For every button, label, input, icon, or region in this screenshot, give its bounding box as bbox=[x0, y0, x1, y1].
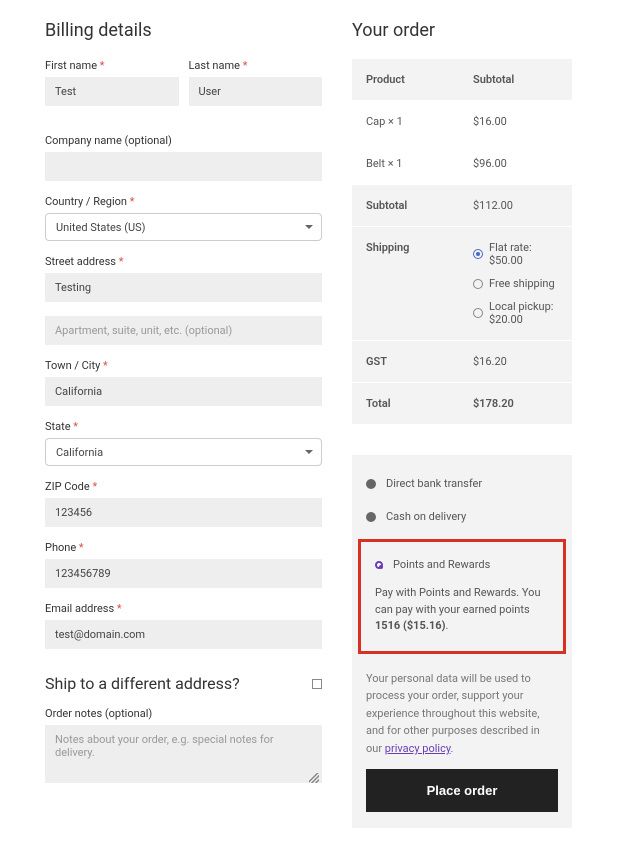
radio-selected-icon bbox=[473, 249, 483, 259]
chevron-down-icon bbox=[305, 450, 313, 454]
street-label: Street address * bbox=[45, 255, 322, 268]
ship-option-label: Local pickup: $20.00 bbox=[489, 300, 558, 326]
ship-option-flat-rate[interactable]: Flat rate: $50.00 bbox=[473, 241, 558, 267]
town-label: Town / City * bbox=[45, 359, 322, 372]
phone-field: Phone * bbox=[45, 541, 322, 588]
phone-input[interactable] bbox=[45, 559, 322, 588]
chevron-down-icon bbox=[305, 225, 313, 229]
email-input[interactable] bbox=[45, 620, 322, 649]
company-field: Company name (optional) bbox=[45, 134, 322, 181]
payment-label: Points and Rewards bbox=[393, 558, 490, 571]
state-field: State * California bbox=[45, 420, 322, 466]
privacy-policy-link[interactable]: privacy policy bbox=[385, 742, 451, 755]
gst-row: GST $16.20 bbox=[352, 341, 572, 383]
gst-label: GST bbox=[366, 355, 473, 368]
country-field: Country / Region * United States (US) bbox=[45, 195, 322, 241]
zip-field: ZIP Code * bbox=[45, 480, 322, 527]
payment-option-cod[interactable]: Cash on delivery bbox=[352, 500, 572, 533]
total-label: Total bbox=[366, 397, 473, 410]
item-name: Belt × 1 bbox=[366, 157, 473, 170]
shipping-label: Shipping bbox=[366, 241, 473, 326]
points-description: Pay with Points and Rewards. You can pay… bbox=[369, 585, 555, 635]
ship-heading: Ship to a different address? bbox=[45, 674, 240, 693]
street2-field bbox=[45, 316, 322, 345]
subtotal-header: Subtotal bbox=[473, 73, 558, 86]
radio-unselected-icon bbox=[366, 479, 376, 489]
company-input[interactable] bbox=[45, 152, 322, 181]
radio-unselected-icon bbox=[473, 308, 483, 318]
shipping-row: Shipping Flat rate: $50.00 Free shipping… bbox=[352, 227, 572, 341]
ship-option-free[interactable]: Free shipping bbox=[473, 277, 558, 290]
payment-label: Direct bank transfer bbox=[386, 477, 482, 490]
radio-selected-icon bbox=[375, 561, 383, 569]
zip-input[interactable] bbox=[45, 498, 322, 527]
billing-heading: Billing details bbox=[45, 20, 322, 41]
subtotal-label: Subtotal bbox=[366, 199, 473, 212]
country-select[interactable]: United States (US) bbox=[45, 213, 322, 241]
street-input[interactable] bbox=[45, 273, 322, 302]
order-item-row: Belt × 1 $96.00 bbox=[352, 143, 572, 185]
order-header-row: Product Subtotal bbox=[352, 59, 572, 101]
points-highlight-box: Points and Rewards Pay with Points and R… bbox=[358, 539, 566, 654]
state-label: State * bbox=[45, 420, 322, 433]
order-notes-input[interactable] bbox=[45, 725, 322, 783]
payment-methods: Direct bank transfer Cash on delivery Po… bbox=[352, 455, 572, 828]
zip-label: ZIP Code * bbox=[45, 480, 322, 493]
country-value: United States (US) bbox=[56, 221, 145, 234]
payment-label: Cash on delivery bbox=[386, 510, 466, 523]
place-order-button[interactable]: Place order bbox=[366, 769, 558, 812]
town-input[interactable] bbox=[45, 377, 322, 406]
order-heading: Your order bbox=[352, 20, 572, 41]
phone-label: Phone * bbox=[45, 541, 322, 554]
first-name-label: First name * bbox=[45, 59, 179, 72]
last-name-field: Last name * bbox=[189, 59, 323, 106]
ship-option-label: Free shipping bbox=[489, 277, 555, 290]
product-header: Product bbox=[366, 73, 473, 86]
country-label: Country / Region * bbox=[45, 195, 322, 208]
company-label: Company name (optional) bbox=[45, 134, 322, 147]
payment-option-bank[interactable]: Direct bank transfer bbox=[352, 467, 572, 500]
first-name-input[interactable] bbox=[45, 77, 179, 106]
last-name-label: Last name * bbox=[189, 59, 323, 72]
last-name-input[interactable] bbox=[189, 77, 323, 106]
email-label: Email address * bbox=[45, 602, 322, 615]
item-price: $16.00 bbox=[473, 115, 558, 128]
order-item-row: Cap × 1 $16.00 bbox=[352, 101, 572, 143]
total-value: $178.20 bbox=[473, 397, 558, 410]
item-price: $96.00 bbox=[473, 157, 558, 170]
ship-option-label: Flat rate: $50.00 bbox=[489, 241, 558, 267]
ship-option-pickup[interactable]: Local pickup: $20.00 bbox=[473, 300, 558, 326]
order-notes-label: Order notes (optional) bbox=[45, 707, 322, 720]
state-value: California bbox=[56, 446, 103, 459]
order-notes-field: Order notes (optional) bbox=[45, 707, 322, 786]
item-name: Cap × 1 bbox=[366, 115, 473, 128]
ship-different-checkbox[interactable] bbox=[312, 679, 322, 689]
payment-option-points[interactable]: Points and Rewards bbox=[369, 550, 555, 585]
order-summary: Product Subtotal Cap × 1 $16.00 Belt × 1… bbox=[352, 59, 572, 425]
email-field: Email address * bbox=[45, 602, 322, 649]
town-field: Town / City * bbox=[45, 359, 322, 406]
gst-value: $16.20 bbox=[473, 355, 558, 368]
street-field: Street address * bbox=[45, 255, 322, 302]
total-row: Total $178.20 bbox=[352, 383, 572, 425]
first-name-field: First name * bbox=[45, 59, 179, 106]
radio-unselected-icon bbox=[366, 512, 376, 522]
subtotal-value: $112.00 bbox=[473, 199, 558, 212]
privacy-text: Your personal data will be used to proce… bbox=[352, 654, 572, 770]
subtotal-row: Subtotal $112.00 bbox=[352, 185, 572, 227]
street2-input[interactable] bbox=[45, 316, 322, 345]
radio-unselected-icon bbox=[473, 279, 483, 289]
state-select[interactable]: California bbox=[45, 438, 322, 466]
